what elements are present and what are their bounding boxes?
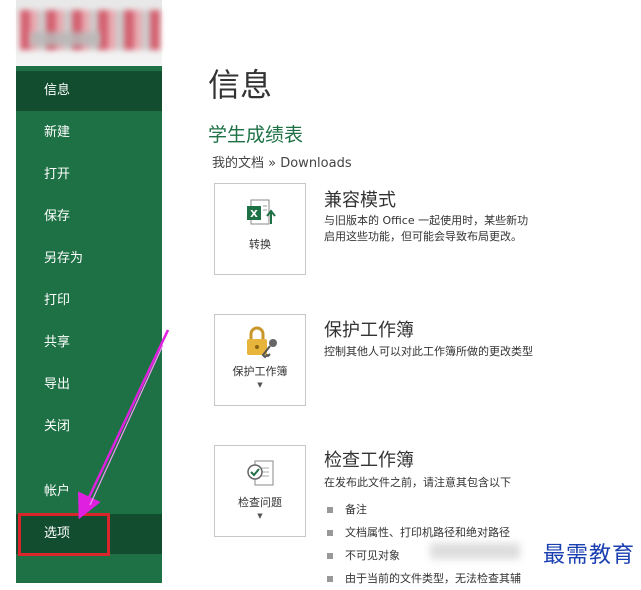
protect-workbook-desc: 控制其他人可以对此工作簿所做的更改类型 (324, 345, 533, 358)
chevron-down-icon: ▼ (257, 512, 263, 520)
backstage-sidebar: 信息 新建 打开 保存 另存为 打印 共享 导出 关闭 帐户 选项 (16, 0, 162, 583)
sidebar-item-options[interactable]: 选项 (16, 514, 162, 554)
bullet-icon (327, 553, 333, 559)
svg-text:X: X (250, 209, 258, 220)
list-item: 由于当前的文件类型，无法检查其辅 (327, 567, 521, 590)
bullet-icon (327, 507, 333, 513)
sidebar-item-save[interactable]: 保存 (16, 197, 162, 237)
compat-mode-title: 兼容模式 (324, 190, 396, 211)
sidebar-item-open[interactable]: 打开 (16, 155, 162, 195)
list-item: 备注 (327, 498, 521, 521)
sidebar-item-share[interactable]: 共享 (16, 323, 162, 363)
blurred-region (430, 543, 520, 559)
convert-button-label: 转换 (249, 238, 271, 251)
compat-mode-desc-2: 启用这些功能，但可能会导致布局更改。 (324, 230, 522, 243)
bullet-icon (327, 530, 333, 536)
chevron-down-icon: ▼ (257, 381, 263, 389)
lock-key-icon (247, 326, 277, 359)
excel-convert-icon: X (247, 199, 276, 225)
sidebar-item-print[interactable]: 打印 (16, 281, 162, 321)
inspect-workbook-title: 检查工作簿 (324, 450, 414, 471)
sidebar-item-export[interactable]: 导出 (16, 365, 162, 405)
inspect-workbook-desc: 在发布此文件之前，请注意其包含以下 (324, 476, 511, 489)
document-path[interactable]: 我的文档 » Downloads (212, 152, 352, 171)
protect-workbook-button[interactable]: 保护工作簿 ▼ (214, 314, 306, 406)
sidebar-item-save-as[interactable]: 另存为 (16, 239, 162, 279)
convert-button[interactable]: X 转换 (214, 183, 306, 275)
protect-workbook-button-label: 保护工作簿 (232, 365, 288, 378)
watermark: 最需教育 (542, 543, 635, 568)
compat-mode-desc-1: 与旧版本的 Office 一起使用时，某些新功 (324, 214, 529, 227)
sidebar-item-account[interactable]: 帐户 (16, 472, 162, 512)
blurred-header (16, 0, 162, 66)
page-title: 信息 (208, 66, 273, 104)
document-check-icon (247, 460, 274, 486)
sidebar-item-new[interactable]: 新建 (16, 113, 162, 153)
list-item: 文档属性、打印机路径和绝对路径 (327, 521, 521, 544)
protect-workbook-title: 保护工作簿 (324, 320, 414, 341)
sidebar-item-close[interactable]: 关闭 (16, 407, 162, 447)
sidebar-item-info[interactable]: 信息 (16, 71, 162, 111)
check-issues-button-label: 检查问题 (238, 496, 282, 509)
document-title: 学生成绩表 (208, 124, 304, 146)
bullet-icon (327, 576, 333, 582)
check-issues-button[interactable]: 检查问题 ▼ (214, 445, 306, 537)
info-panel: 信息 学生成绩表 我的文档 » Downloads X 转换 兼容模式 与旧版本… (162, 0, 641, 585)
